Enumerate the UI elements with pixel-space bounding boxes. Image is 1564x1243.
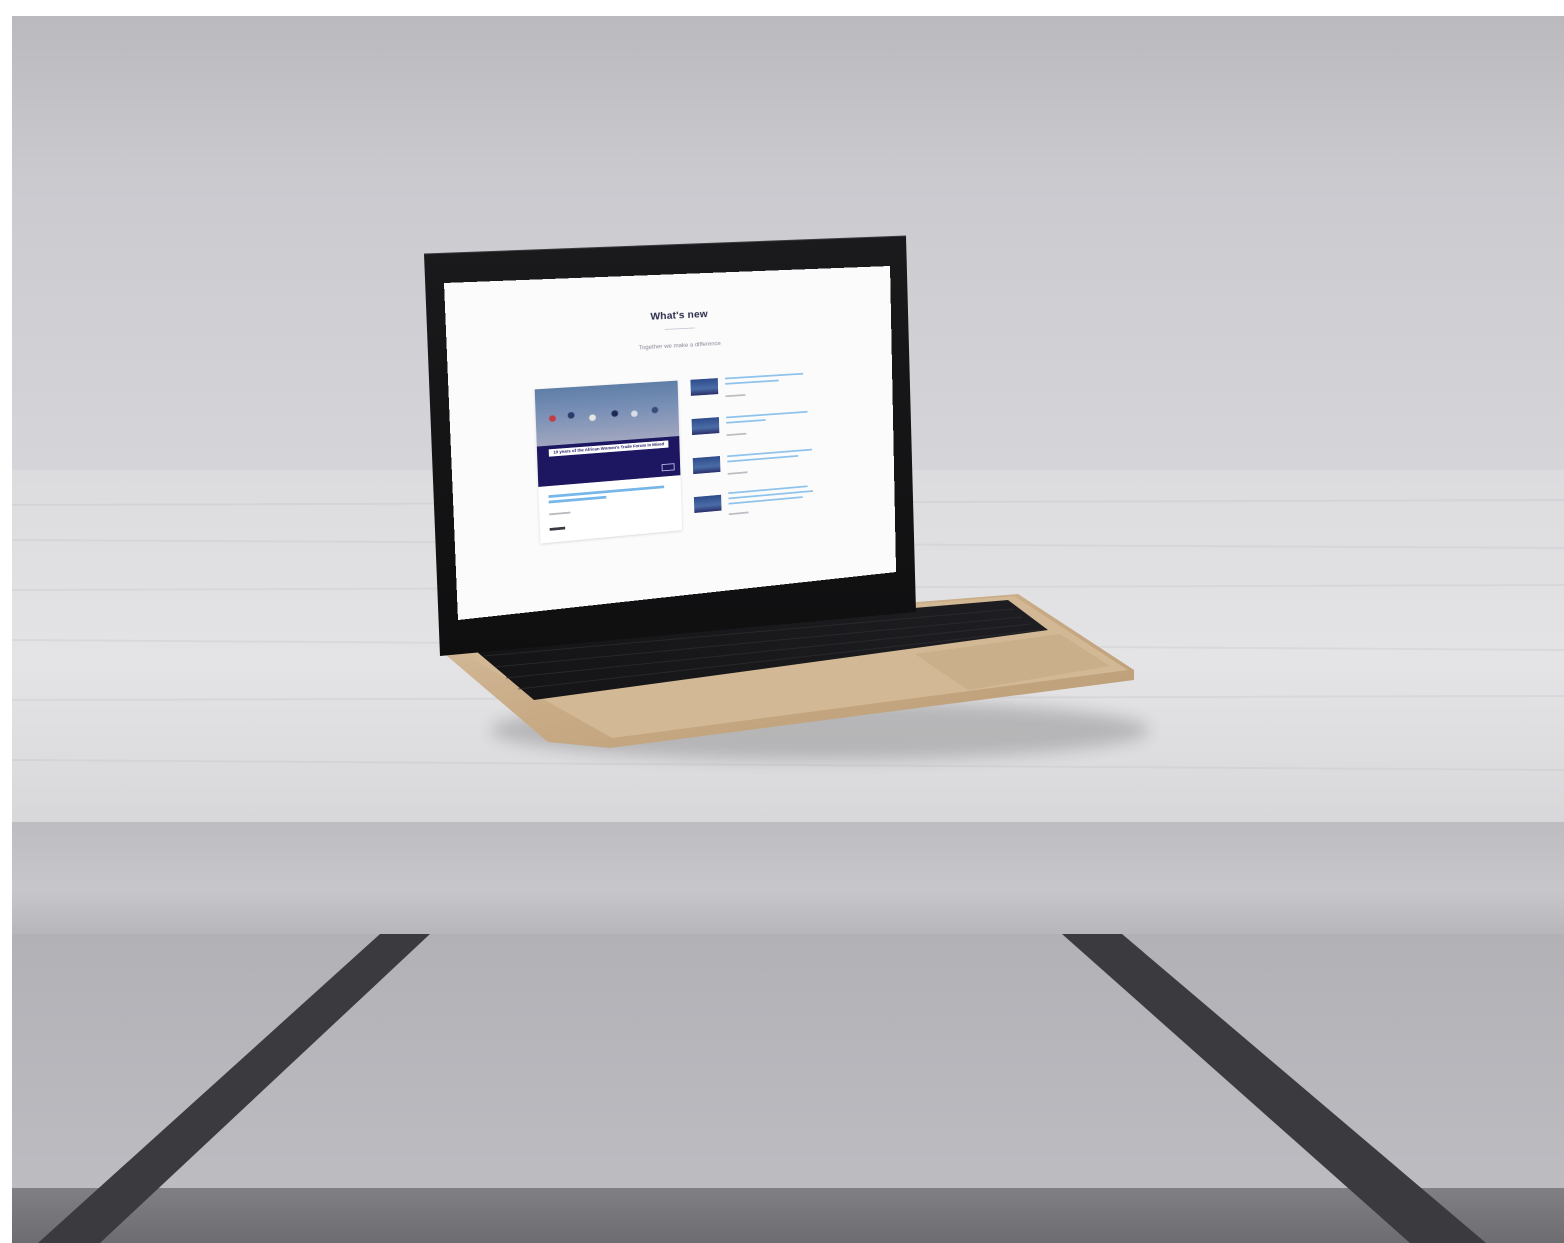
news-headline[interactable] xyxy=(726,419,765,424)
news-date xyxy=(729,512,749,516)
group-photo-image xyxy=(541,395,673,442)
featured-headline-line-1[interactable] xyxy=(548,485,664,498)
table-edge xyxy=(12,822,1564,934)
news-item[interactable] xyxy=(693,443,818,488)
website-page: What's new Together we make a difference… xyxy=(444,266,896,620)
news-date xyxy=(727,433,747,436)
title-divider xyxy=(665,328,695,330)
featured-article-card[interactable]: 10 years of the African Women's Trade Fo… xyxy=(535,381,682,544)
news-headline[interactable] xyxy=(727,449,812,457)
news-date xyxy=(726,394,746,397)
news-thumbnail xyxy=(690,378,718,396)
news-date xyxy=(728,471,748,474)
news-thumbnail xyxy=(692,417,720,435)
logo-mark xyxy=(662,463,675,471)
page-title: What's new xyxy=(446,300,891,332)
news-headline[interactable] xyxy=(725,373,803,380)
desk-scene xyxy=(0,0,1564,1243)
featured-read-more[interactable] xyxy=(550,527,566,531)
news-thumbnail xyxy=(694,495,722,513)
news-thumbnail xyxy=(693,456,721,474)
page-subtitle: Together we make a difference xyxy=(447,331,891,361)
news-item[interactable] xyxy=(690,367,816,410)
news-headline[interactable] xyxy=(726,411,807,419)
floor xyxy=(12,1188,1564,1243)
news-item[interactable] xyxy=(691,405,816,449)
news-item[interactable] xyxy=(694,481,819,527)
laptop-screen: What's new Together we make a difference… xyxy=(444,266,896,620)
featured-date xyxy=(549,512,570,516)
news-headline[interactable] xyxy=(725,380,779,385)
